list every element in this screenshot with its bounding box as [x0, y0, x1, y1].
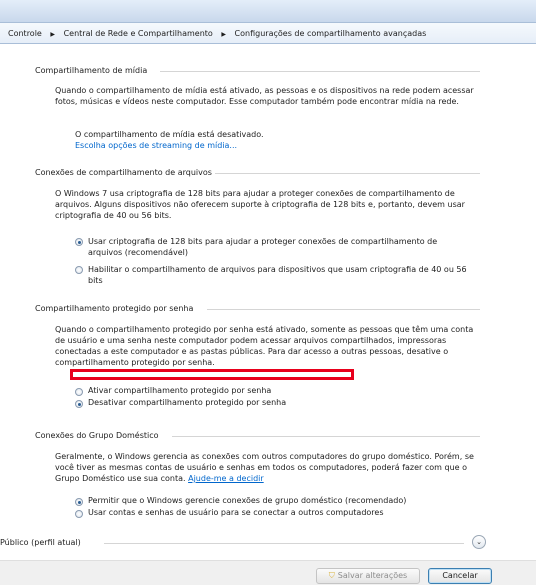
radio-windows-manage-homegroup[interactable] — [75, 498, 83, 506]
media-status: O compartilhamento de mídia está desativ… — [75, 130, 264, 139]
cancel-button[interactable]: Cancelar — [428, 568, 492, 584]
breadcrumb-separator-icon[interactable]: ▶ — [50, 31, 55, 38]
help-me-decide-link[interactable]: Ajude-me a decidir — [188, 474, 264, 483]
homegroup-description: Geralmente, o Windows gerencia as conexõ… — [55, 452, 474, 483]
section-divider — [172, 436, 480, 437]
section-media-sharing: Compartilhamento de mídia — [35, 66, 480, 76]
section-header: Compartilhamento protegido por senha — [35, 304, 194, 313]
section-divider — [160, 71, 480, 72]
media-streaming-link[interactable]: Escolha opções de streaming de mídia... — [75, 141, 237, 150]
public-profile-header[interactable]: Público (perfil atual) — [0, 538, 464, 548]
radio-128-bit[interactable] — [75, 238, 83, 246]
section-header: Compartilhamento de mídia — [35, 66, 148, 75]
section-divider — [215, 173, 480, 174]
radio-windows-manage-homegroup-label[interactable]: Permitir que o Windows gerencie conexões… — [88, 496, 406, 505]
radio-40-56-bit-label[interactable]: Habilitar o compartilhamento de arquivos… — [88, 264, 483, 286]
radio-user-accounts[interactable] — [75, 510, 83, 518]
radio-disable-password-sharing[interactable] — [75, 400, 83, 408]
settings-content: Compartilhamento de mídia Quando o compa… — [0, 44, 536, 560]
radio-128-bit-label[interactable]: Usar criptografia de 128 bits para ajuda… — [88, 236, 468, 258]
radio-40-56-bit[interactable] — [75, 266, 83, 274]
section-header: Conexões de compartilhamento de arquivos — [35, 168, 212, 177]
breadcrumb-item-controle[interactable]: Controle — [8, 29, 42, 38]
chevron-down-icon[interactable]: ⌄ — [472, 535, 486, 549]
breadcrumb: Controle ▶ Central de Rede e Compartilha… — [8, 29, 426, 38]
section-header: Conexões do Grupo Doméstico — [35, 431, 159, 440]
radio-user-accounts-label[interactable]: Usar contas e senhas de usuário para se … — [88, 508, 384, 517]
breadcrumb-item-configuracoes[interactable]: Configurações de compartilhamento avança… — [235, 29, 427, 38]
password-description: Quando o compartilhamento protegido por … — [55, 325, 474, 367]
radio-enable-password-sharing-label[interactable]: Ativar compartilhamento protegido por se… — [88, 386, 271, 395]
address-bar[interactable]: Controle ▶ Central de Rede e Compartilha… — [0, 22, 536, 44]
shield-icon: ⛉ — [328, 571, 335, 580]
radio-enable-password-sharing[interactable] — [75, 388, 83, 396]
window-titlebar — [0, 0, 536, 22]
footer-bar: ⛉ Salvar alterações Cancelar — [0, 560, 536, 585]
file-connections-description: O Windows 7 usa criptografia de 128 bits… — [55, 189, 465, 220]
section-file-connections: Conexões de compartilhamento de arquivos — [35, 168, 480, 178]
save-button[interactable]: ⛉ Salvar alterações — [316, 568, 420, 584]
section-password-sharing: Compartilhamento protegido por senha — [35, 304, 480, 314]
breadcrumb-separator-icon[interactable]: ▶ — [221, 31, 226, 38]
public-profile-label: Público (perfil atual) — [0, 538, 81, 547]
section-divider — [207, 309, 480, 310]
section-homegroup: Conexões do Grupo Doméstico — [35, 431, 480, 441]
radio-disable-password-sharing-label[interactable]: Desativar compartilhamento protegido por… — [88, 398, 286, 407]
media-description: Quando o compartilhamento de mídia está … — [55, 86, 474, 106]
highlight-box — [70, 369, 354, 380]
section-divider — [104, 543, 464, 544]
breadcrumb-item-central-de-rede[interactable]: Central de Rede e Compartilhamento — [64, 29, 213, 38]
